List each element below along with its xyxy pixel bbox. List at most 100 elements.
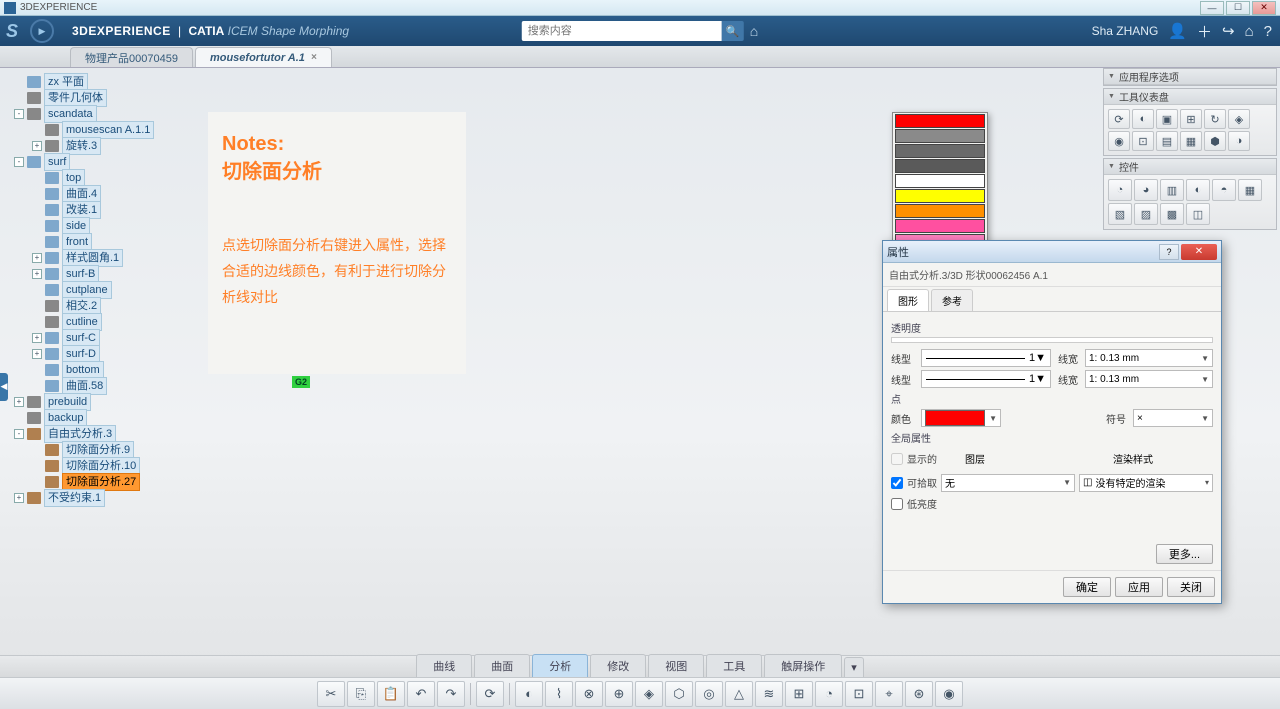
action-a2[interactable]: ⌇ [545,681,573,707]
tree-toggle[interactable]: + [32,253,42,263]
window-minimize-button[interactable]: — [1200,1,1224,15]
tree-row[interactable]: -scandata [14,106,154,122]
panel-header-controls[interactable]: 控件 [1104,159,1276,175]
add-icon[interactable]: ＋ [1197,21,1212,42]
color-swatch[interactable] [895,114,985,128]
line-type-dropdown[interactable]: 1▼ [921,349,1051,367]
tree-row[interactable]: +prebuild [14,394,154,410]
tool-btn-11[interactable]: ⬢ [1204,131,1226,151]
ctrl-btn-8[interactable]: ▨ [1134,203,1158,225]
action-a5[interactable]: ◈ [635,681,663,707]
dialog-path-field[interactable]: 自由式分析.3/3D 形状00062456 A.1 [883,263,1221,287]
window-close-button[interactable]: ✕ [1252,1,1276,15]
ctrl-btn-5[interactable]: ◓ [1212,179,1236,201]
window-maximize-button[interactable]: ☐ [1226,1,1250,15]
action-a14[interactable]: ⊛ [905,681,933,707]
tree-row[interactable]: +样式圆角.1 [14,250,154,266]
tree-row[interactable]: 曲面.58 [14,378,154,394]
color-swatch[interactable] [895,204,985,218]
action-a8[interactable]: △ [725,681,753,707]
action-a1[interactable]: ◐ [515,681,543,707]
tree-toggle[interactable]: - [14,109,24,119]
tag-icon[interactable]: ⌂ [750,23,758,39]
tool-btn-6[interactable]: ◈ [1228,109,1250,129]
compass-widget[interactable]: S [6,18,62,44]
tree-row[interactable]: mousescan A.1.1 [14,122,154,138]
tree-row[interactable]: front [14,234,154,250]
tree-row[interactable]: +surf-B [14,266,154,282]
action-tab[interactable]: 曲线 [416,654,472,677]
action-a15[interactable]: ◉ [935,681,963,707]
action-a13[interactable]: ⌖ [875,681,903,707]
tree-row[interactable]: zx 平面 [14,74,154,90]
tree-toggle[interactable]: - [14,429,24,439]
apply-button[interactable]: 应用 [1115,577,1163,597]
compass-play-icon[interactable] [30,19,54,43]
properties-dialog[interactable]: 属性 ? ✕ 自由式分析.3/3D 形状00062456 A.1 图形 参考 透… [882,240,1222,604]
action-a9[interactable]: ≋ [755,681,783,707]
action-tab[interactable]: 分析 [532,654,588,677]
tool-btn-9[interactable]: ▤ [1156,131,1178,151]
action-tab[interactable]: 视图 [648,654,704,677]
tree-row[interactable]: 切除面分析.10 [14,458,154,474]
panel-header-app-options[interactable]: 应用程序选项 [1104,69,1276,85]
help-icon[interactable]: ? [1264,23,1272,40]
transparency-slider[interactable] [891,337,1213,343]
search-button[interactable]: 🔍 [722,21,744,41]
tool-btn-3[interactable]: ▣ [1156,109,1178,129]
line-width-dropdown[interactable]: 1: 0.13 mm▼ [1085,349,1213,367]
search-input[interactable] [522,21,722,41]
tree-row[interactable]: +不受约束.1 [14,490,154,506]
document-tab-0[interactable]: 物理产品00070459 [70,47,193,67]
tool-btn-2[interactable]: ◐ [1132,109,1154,129]
tree-row[interactable]: +surf-C [14,330,154,346]
continuity-tag[interactable]: G2 [292,376,310,388]
tree-row[interactable]: backup [14,410,154,426]
ctrl-btn-9[interactable]: ▩ [1160,203,1184,225]
action-redo[interactable]: ↷ [437,681,465,707]
ctrl-btn-2[interactable]: ◕ [1134,179,1158,201]
color-swatch[interactable] [895,129,985,143]
ctrl-btn-7[interactable]: ▧ [1108,203,1132,225]
action-a3[interactable]: ⊗ [575,681,603,707]
action-tab-overflow[interactable]: ▾ [844,657,864,677]
user-icon[interactable]: 👤 [1168,22,1187,40]
ctrl-btn-10[interactable]: ◫ [1186,203,1210,225]
dialog-tab-reference[interactable]: 参考 [931,289,973,311]
tool-btn-1[interactable]: ⟳ [1108,109,1130,129]
symbol-dropdown[interactable]: ×▼ [1133,409,1213,427]
tree-row[interactable]: cutline [14,314,154,330]
tree-row[interactable]: -自由式分析.3 [14,426,154,442]
action-tab[interactable]: 触屏操作 [764,654,842,677]
action-tab[interactable]: 工具 [706,654,762,677]
tree-row[interactable]: bottom [14,362,154,378]
tool-btn-7[interactable]: ◉ [1108,131,1130,151]
tree-row[interactable]: 切除面分析.27 [14,474,154,490]
checkbox-show[interactable]: 显示的 [891,451,937,466]
ctrl-btn-3[interactable]: ▥ [1160,179,1184,201]
color-swatch[interactable] [895,219,985,233]
action-tab[interactable]: 曲面 [474,654,530,677]
checkbox-pickable[interactable]: 可拾取 [891,475,937,490]
action-paste[interactable]: 📋 [377,681,405,707]
tree-row[interactable]: top [14,170,154,186]
action-copy[interactable]: ⎘ [347,681,375,707]
action-a12[interactable]: ⊡ [845,681,873,707]
action-a6[interactable]: ⬡ [665,681,693,707]
action-a7[interactable]: ◎ [695,681,723,707]
spec-tree[interactable]: zx 平面零件几何体-scandatamousescan A.1.1+旋转.3-… [14,74,154,506]
line-type-dropdown-2[interactable]: 1▼ [921,370,1051,388]
left-expand-handle[interactable]: ◀ [0,373,8,401]
layer-dropdown[interactable]: 无▼ [941,474,1075,492]
dialog-titlebar[interactable]: 属性 ? ✕ [883,241,1221,263]
action-a11[interactable]: ◔ [815,681,843,707]
tree-toggle[interactable]: + [32,333,42,343]
tree-toggle[interactable]: + [32,141,42,151]
tree-toggle[interactable]: + [32,269,42,279]
tree-row[interactable]: 零件几何体 [14,90,154,106]
tree-row[interactable]: cutplane [14,282,154,298]
ok-button[interactable]: 确定 [1063,577,1111,597]
tool-btn-12[interactable]: ◑ [1228,131,1250,151]
more-button[interactable]: 更多... [1156,544,1213,564]
tool-btn-10[interactable]: ▦ [1180,131,1202,151]
